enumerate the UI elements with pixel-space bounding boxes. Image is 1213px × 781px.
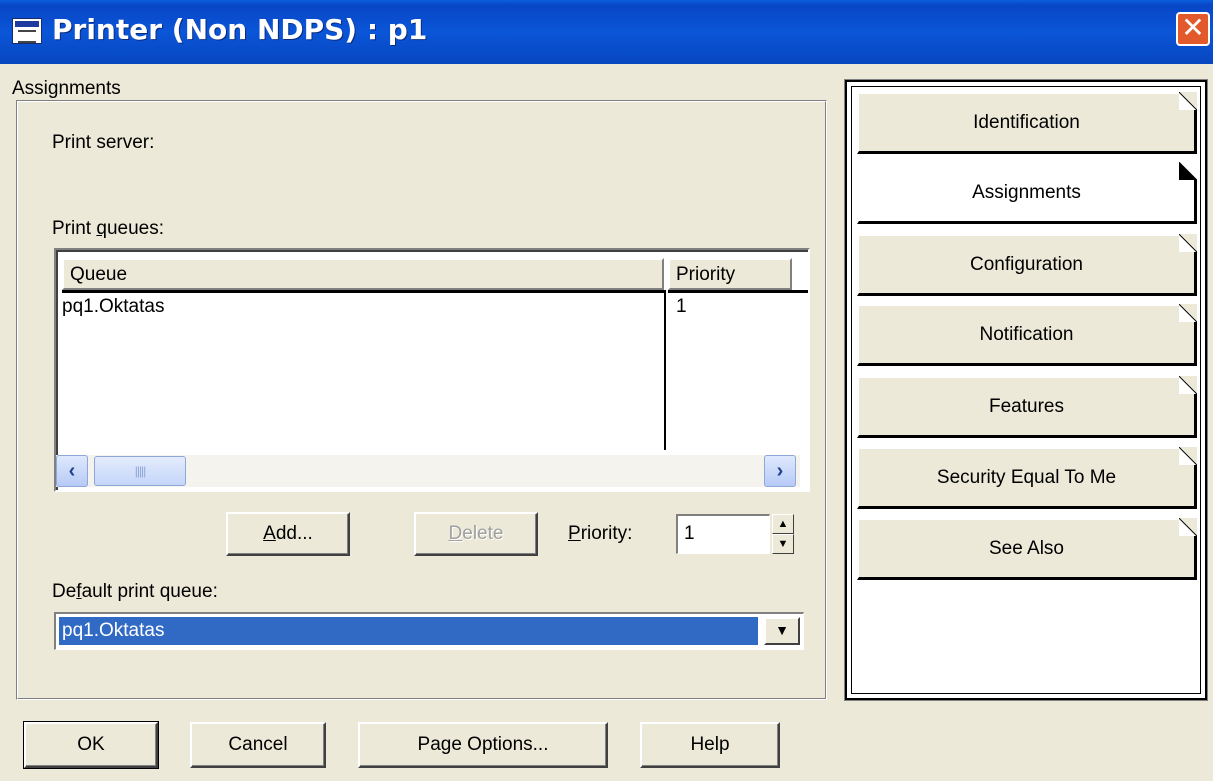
window-title: Printer (Non NDPS) : p1 [52,13,428,46]
spin-down-icon[interactable]: ▼ [772,534,794,554]
scroll-left-icon[interactable]: ‹ [56,455,88,487]
printer-app-icon [12,18,42,44]
priority-input[interactable]: 1 [676,514,770,554]
title-bar: Printer (Non NDPS) : p1 ✕ [0,0,1213,64]
section-title: Assignments [12,78,121,99]
print-server-label: Print server: [52,132,155,153]
tab-notification[interactable]: Notification [857,304,1197,366]
scroll-thumb[interactable]: ||||| [94,456,186,486]
horizontal-scrollbar[interactable]: ‹ ||||| › [56,455,800,487]
page-fold-icon [1179,92,1197,110]
tab-features[interactable]: Features [857,376,1197,438]
help-button[interactable]: Help [640,722,780,768]
add-button[interactable]: Add... [226,512,350,556]
dropdown-arrow-icon[interactable]: ▼ [764,617,800,645]
priority-spinner[interactable]: ▲ ▼ [772,514,794,554]
page-fold-icon [1179,162,1197,180]
page-fold-icon [1179,447,1197,465]
delete-button[interactable]: Delete [414,512,538,556]
queue-cell[interactable]: pq1.Oktatas [62,296,164,318]
cancel-button[interactable]: Cancel [190,722,326,768]
default-queue-label: Default print queue: [52,581,218,602]
priority-cell[interactable]: 1 [676,296,687,318]
tab-identification[interactable]: Identification [857,92,1197,154]
column-header-queue[interactable]: Queue [62,258,664,290]
tab-security-equal-to-me[interactable]: Security Equal To Me [857,447,1197,509]
page-options-button[interactable]: Page Options... [358,722,608,768]
print-queues-label: Print queues: [52,218,164,239]
tab-see-also[interactable]: See Also [857,518,1197,580]
spin-up-icon[interactable]: ▲ [772,514,794,534]
page-fold-icon [1179,376,1197,394]
page-fold-icon [1179,234,1197,252]
tab-configuration[interactable]: Configuration [857,234,1197,296]
close-button[interactable]: ✕ [1176,12,1210,46]
default-queue-select[interactable]: pq1.Oktatas ▼ [54,612,804,650]
tab-assignments[interactable]: Assignments [857,162,1197,224]
priority-label: Priority: [568,523,633,544]
column-header-priority[interactable]: Priority [668,258,792,290]
default-queue-value: pq1.Oktatas [59,617,758,645]
scroll-right-icon[interactable]: › [764,455,796,487]
page-fold-icon [1179,304,1197,322]
ok-button[interactable]: OK [23,721,159,769]
page-fold-icon [1179,518,1197,536]
